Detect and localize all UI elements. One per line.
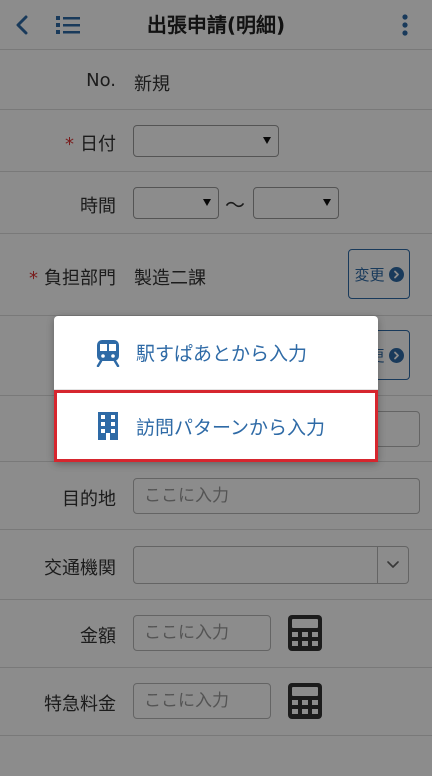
popup-item-label: 駅すぱあとから入力: [136, 343, 308, 365]
popup-item-label: 訪問パターンから入力: [136, 416, 326, 439]
building-icon: [94, 412, 122, 440]
input-method-popup: 駅すぱあとから入力 訪問パターンから入力: [54, 316, 378, 462]
popup-item-visit-pattern[interactable]: 訪問パターンから入力: [54, 390, 378, 462]
train-icon: [94, 339, 122, 367]
popup-item-ekispert[interactable]: 駅すぱあとから入力: [54, 316, 378, 389]
